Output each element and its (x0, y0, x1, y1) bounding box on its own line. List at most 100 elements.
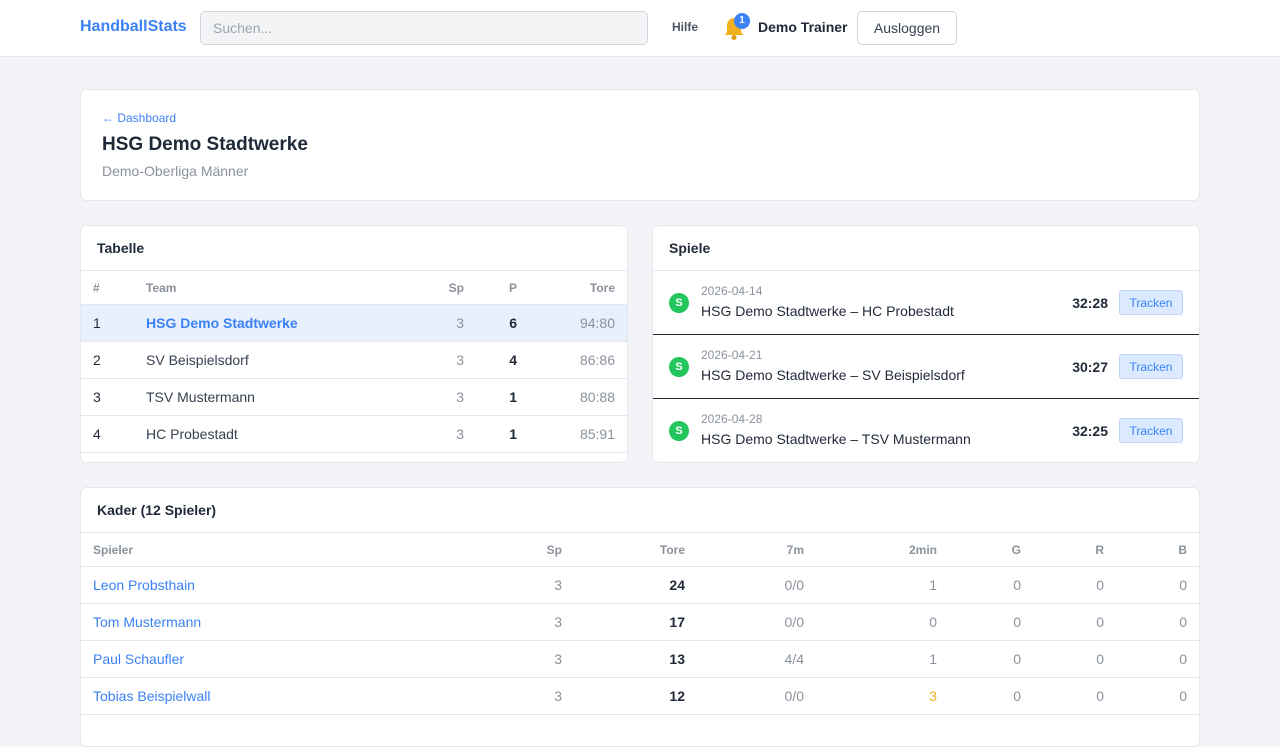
game-score: 32:28 (1072, 295, 1108, 311)
row-team[interactable]: TSV Mustermann (146, 389, 255, 405)
game-item[interactable]: S 2026-04-14 HSG Demo Stadtwerke – HC Pr… (653, 271, 1199, 335)
table-row[interactable]: 2 SV Beispielsdorf 3 4 86:86 (81, 342, 627, 379)
row-sp: 3 (456, 352, 464, 368)
row-pos: 2 (93, 352, 101, 368)
player-goals: 13 (669, 651, 685, 667)
track-button[interactable]: Tracken (1119, 354, 1183, 379)
logout-button[interactable]: Ausloggen (857, 11, 957, 45)
player-blue: 0 (1179, 614, 1187, 630)
row-sp: 3 (456, 426, 464, 442)
game-date: 2026-04-21 (701, 348, 763, 362)
page-title: HSG Demo Stadtwerke (102, 134, 308, 155)
player-games: 3 (554, 688, 562, 704)
game-item[interactable]: S 2026-04-21 HSG Demo Stadtwerke – SV Be… (653, 335, 1199, 399)
track-button[interactable]: Tracken (1119, 418, 1183, 443)
col-tore: Tore (589, 280, 615, 295)
standings-header-row: # Team Sp P Tore (81, 271, 627, 305)
col-red: R (1095, 542, 1104, 557)
breadcrumb-dashboard[interactable]: ← Dashboard (102, 111, 176, 125)
roster-header: Kader (12 Spieler) (81, 488, 1199, 533)
table-row[interactable]: Paul Schaufler 3 13 4/4 1 0 0 0 (81, 641, 1199, 678)
table-row[interactable]: 4 HC Probestadt 3 1 85:91 (81, 416, 627, 453)
table-row[interactable]: 1 HSG Demo Stadtwerke 3 6 94:80 (81, 305, 627, 342)
player-name[interactable]: Paul Schaufler (93, 651, 184, 667)
player-7m: 0/0 (784, 614, 804, 630)
game-score: 30:27 (1072, 359, 1108, 375)
player-7m: 0/0 (784, 577, 804, 593)
team-header-card: ← Dashboard HSG Demo Stadtwerke Demo-Obe… (80, 89, 1200, 201)
row-pos: 1 (93, 315, 101, 331)
game-match[interactable]: HSG Demo Stadtwerke – SV Beispielsdorf (701, 367, 965, 383)
track-button[interactable]: Tracken (1119, 290, 1183, 315)
game-item[interactable]: S 2026-04-28 HSG Demo Stadtwerke – TSV M… (653, 399, 1199, 462)
col-sp: Sp (448, 280, 464, 295)
player-games: 3 (554, 614, 562, 630)
player-name[interactable]: Leon Probsthain (93, 577, 195, 593)
row-goals: 85:91 (579, 426, 615, 442)
game-score: 32:25 (1072, 423, 1108, 439)
game-match[interactable]: HSG Demo Stadtwerke – HC Probestadt (701, 303, 954, 319)
col-player: Spieler (93, 542, 134, 557)
table-row[interactable]: Leon Probsthain 3 24 0/0 1 0 0 0 (81, 567, 1199, 604)
row-team[interactable]: HSG Demo Stadtwerke (146, 315, 298, 331)
player-name[interactable]: Tom Mustermann (93, 614, 201, 630)
player-yellow: 0 (1013, 651, 1021, 667)
player-blue: 0 (1179, 688, 1187, 704)
player-yellow: 0 (1013, 688, 1021, 704)
row-goals: 94:80 (579, 315, 615, 331)
player-red: 0 (1096, 614, 1104, 630)
standings-card: Tabelle # Team Sp P Tore 1 HSG Demo Stad… (80, 225, 628, 463)
player-name[interactable]: Tobias Beispielwall (93, 688, 211, 704)
table-row[interactable]: Tobias Beispielwall 3 12 0/0 3 0 0 0 (81, 678, 1199, 715)
player-red: 0 (1096, 651, 1104, 667)
game-date: 2026-04-14 (701, 284, 763, 298)
player-7m: 4/4 (784, 651, 804, 667)
row-points: 6 (509, 315, 517, 331)
player-red: 0 (1096, 577, 1104, 593)
player-2min: 3 (929, 688, 937, 704)
row-goals: 86:86 (579, 352, 615, 368)
standings-title: Tabelle (97, 240, 145, 256)
row-sp: 3 (456, 389, 464, 405)
row-goals: 80:88 (579, 389, 615, 405)
games-header: Spiele (653, 226, 1199, 271)
player-yellow: 0 (1013, 614, 1021, 630)
table-row[interactable]: 3 TSV Mustermann 3 1 80:88 (81, 379, 627, 416)
search-input[interactable] (200, 11, 648, 45)
standings-header: Tabelle (81, 226, 627, 271)
roster-title: Kader (12 Spieler) (97, 502, 217, 518)
row-sp: 3 (456, 315, 464, 331)
player-blue: 0 (1179, 651, 1187, 667)
player-goals: 12 (669, 688, 685, 704)
col-goals: Tore (659, 542, 685, 557)
col-blue: B (1178, 542, 1187, 557)
col-sp: Sp (546, 542, 562, 557)
games-title: Spiele (669, 240, 711, 256)
col-7m: 7m (786, 542, 804, 557)
player-goals: 17 (669, 614, 685, 630)
table-row[interactable]: Tom Mustermann 3 17 0/0 0 0 0 0 (81, 604, 1199, 641)
row-team[interactable]: SV Beispielsdorf (146, 352, 249, 368)
col-pos: # (93, 280, 100, 295)
help-link[interactable]: Hilfe (672, 20, 698, 34)
col-2min: 2min (908, 542, 937, 557)
player-yellow: 0 (1013, 577, 1021, 593)
league-name: Demo-Oberliga Männer (102, 163, 249, 179)
roster-header-row: Spieler Sp Tore 7m 2min G R B (81, 533, 1199, 567)
games-card: Spiele S 2026-04-14 HSG Demo Stadtwerke … (652, 225, 1200, 463)
status-badge: S (669, 421, 689, 441)
top-navbar: HandballStats Hilfe 1 Demo Trainer Auslo… (0, 0, 1280, 57)
col-yellow: G (1011, 542, 1021, 557)
col-p: P (508, 280, 517, 295)
user-name[interactable]: Demo Trainer (758, 19, 847, 35)
roster-card: Kader (12 Spieler) Spieler Sp Tore 7m 2m… (80, 487, 1200, 747)
game-match[interactable]: HSG Demo Stadtwerke – TSV Mustermann (701, 431, 971, 447)
row-points: 1 (509, 389, 517, 405)
player-games: 3 (554, 651, 562, 667)
status-badge: S (669, 293, 689, 313)
col-team: Team (146, 280, 177, 295)
player-2min: 1 (929, 577, 937, 593)
row-points: 1 (509, 426, 517, 442)
row-team[interactable]: HC Probestadt (146, 426, 238, 442)
brand-logo[interactable]: HandballStats (80, 18, 187, 36)
